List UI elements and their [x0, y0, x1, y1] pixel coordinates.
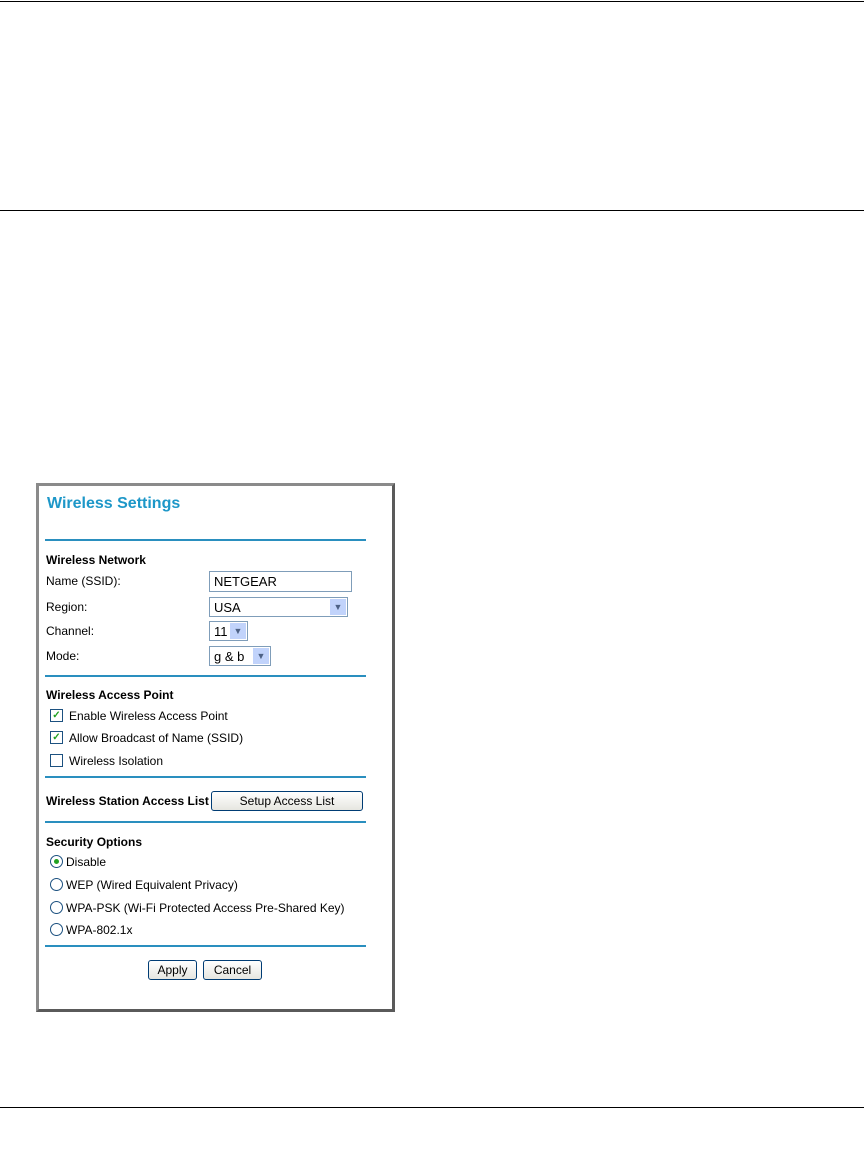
- apply-button[interactable]: Apply: [148, 960, 197, 980]
- mode-label: Mode:: [46, 649, 80, 663]
- wireless-network-heading: Wireless Network: [46, 553, 146, 567]
- mode-select[interactable]: g & b ▼: [209, 646, 271, 666]
- header-rule: [0, 1, 864, 2]
- wireless-isolation-checkbox[interactable]: [50, 754, 63, 767]
- ssid-input[interactable]: NETGEAR: [209, 571, 352, 592]
- wpa-8021x-label: WPA-802.1x: [66, 923, 133, 937]
- divider: [45, 821, 366, 823]
- chevron-down-icon: ▼: [253, 648, 269, 664]
- wpa-psk-label: WPA-PSK (Wi-Fi Protected Access Pre-Shar…: [66, 901, 345, 915]
- chevron-down-icon: ▼: [230, 623, 246, 639]
- divider: [45, 675, 366, 677]
- enable-ap-label: Enable Wireless Access Point: [69, 709, 228, 723]
- broadcast-ssid-checkbox[interactable]: ✓: [50, 731, 63, 744]
- divider: [45, 945, 366, 947]
- channel-select[interactable]: 11 ▼: [209, 621, 248, 641]
- footer-rule: [0, 1107, 864, 1108]
- security-options-heading: Security Options: [46, 835, 143, 849]
- access-point-heading: Wireless Access Point: [46, 688, 174, 702]
- setup-access-list-button[interactable]: Setup Access List: [211, 791, 363, 811]
- disable-label: Disable: [66, 855, 107, 869]
- divider: [45, 776, 366, 778]
- section-rule: [0, 210, 864, 211]
- wpa-8021x-radio[interactable]: [50, 923, 63, 936]
- cancel-button[interactable]: Cancel: [203, 960, 262, 980]
- name-label: Name (SSID):: [46, 574, 121, 588]
- channel-label: Channel:: [46, 624, 95, 638]
- chevron-down-icon: ▼: [330, 599, 346, 615]
- disable-radio[interactable]: [50, 855, 63, 868]
- wep-radio[interactable]: [50, 878, 63, 891]
- mode-value: g & b: [214, 649, 245, 664]
- broadcast-ssid-label: Allow Broadcast of Name (SSID): [69, 731, 244, 745]
- page-title: Wireless Settings: [47, 495, 181, 512]
- region-value: USA: [214, 600, 241, 615]
- enable-ap-checkbox[interactable]: ✓: [50, 709, 63, 722]
- region-select[interactable]: USA ▼: [209, 597, 348, 617]
- divider: [45, 539, 366, 541]
- region-label: Region:: [46, 600, 88, 614]
- wpa-psk-radio[interactable]: [50, 901, 63, 914]
- channel-value: 11: [214, 624, 228, 639]
- wireless-isolation-label: Wireless Isolation: [69, 754, 164, 768]
- wep-label: WEP (Wired Equivalent Privacy): [66, 878, 238, 892]
- station-list-label: Wireless Station Access List: [46, 794, 209, 808]
